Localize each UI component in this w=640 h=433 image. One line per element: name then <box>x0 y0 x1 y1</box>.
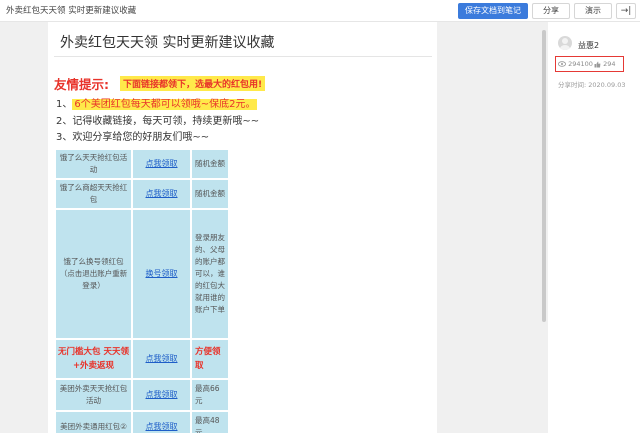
list-item: 2、记得收藏链接，每天可领，持续更新哦~~ <box>56 116 260 127</box>
table-row: 美团外卖天天抢红包活动 点我领取 最高66元 <box>56 380 228 410</box>
stats-box: 294100 294 <box>555 56 624 72</box>
coupon-amount: 最高66元 <box>192 380 228 410</box>
list-item-highlight: 6个美团红包每天都可以领哦~保底2元。 <box>72 99 258 110</box>
coupon-amount: 方便领取 <box>192 340 228 378</box>
coupon-amount: 随机金额 <box>192 150 228 178</box>
coupon-link-cell: 点我领取 <box>133 412 190 433</box>
tip-label: 友情提示: <box>54 77 109 92</box>
coupon-link-cell: 点我领取 <box>133 180 190 208</box>
left-gutter <box>0 22 48 433</box>
coupon-name: 饿了么天天抢红包活动 <box>56 150 131 178</box>
share-time: 分享时间: 2020.09.03 <box>558 81 626 89</box>
claim-link[interactable]: 点我领取 <box>146 188 178 201</box>
avatar[interactable] <box>558 36 572 50</box>
coupon-amount: 登录朋友的、父母的账户都可以，谁的红包大就用谁的账户下单 <box>192 210 228 338</box>
claim-link[interactable]: 点我领取 <box>146 158 178 171</box>
likes-value: 294 <box>603 60 616 68</box>
coupon-name: 无门槛大包 天天领+外卖返现 <box>56 340 131 378</box>
coupon-name: 美团外卖天天抢红包活动 <box>56 380 131 410</box>
views-count: 294100 <box>558 60 593 68</box>
list-item-number: 1、 <box>56 99 73 110</box>
coupon-name: 饿了么商超天天抢红包 <box>56 180 131 208</box>
doc-right-margin <box>437 22 548 433</box>
coupon-name: 饿了么换号领红包（点击退出账户重新登录） <box>56 210 131 338</box>
title-divider <box>54 56 432 57</box>
coupon-amount: 最高48元 <box>192 412 228 433</box>
coupon-link-cell: 点我领取 <box>133 340 190 378</box>
coupon-link-cell: 点我领取 <box>133 380 190 410</box>
document-page: 外卖红包天天领 实时更新建议收藏 友情提示: 下面链接都领下，选最大的红包用! … <box>48 22 437 433</box>
claim-link[interactable]: 点我领取 <box>146 353 178 366</box>
coupon-name: 美团外卖通用红包② <box>56 412 131 433</box>
claim-link[interactable]: 点我领取 <box>146 421 178 433</box>
doc-scrollbar[interactable] <box>542 30 546 322</box>
exit-icon[interactable]: →| <box>616 3 636 19</box>
claim-link[interactable]: 点我领取 <box>146 389 178 402</box>
share-button[interactable]: 分享 <box>532 3 570 19</box>
thumbs-up-icon <box>594 61 601 67</box>
author-name[interactable]: 益惠2 <box>578 40 599 51</box>
present-button[interactable]: 演示 <box>574 3 612 19</box>
top-bar: 外卖红包天天领 实时更新建议收藏 保存文档到笔记 分享 演示 →| <box>0 0 640 22</box>
right-sidebar: 益惠2 294100 294 分享时间: 2020.09.03 <box>548 22 640 433</box>
likes-count: 294 <box>594 60 616 68</box>
document-title: 外卖红包天天领 实时更新建议收藏 <box>60 35 275 51</box>
table-row: 无门槛大包 天天领+外卖返现 点我领取 方便领取 <box>56 340 228 378</box>
coupon-link-cell: 换号领取 <box>133 210 190 338</box>
switch-account-link[interactable]: 换号领取 <box>146 268 178 281</box>
tip-text: 下面链接都领下，选最大的红包用! <box>120 76 266 91</box>
table-row: 美团外卖通用红包② 点我领取 最高48元 <box>56 412 228 433</box>
window-title: 外卖红包天天领 实时更新建议收藏 <box>6 6 137 16</box>
table-row: 饿了么换号领红包（点击退出账户重新登录） 换号领取 登录朋友的、父母的账户都可以… <box>56 210 228 338</box>
save-to-notes-button[interactable]: 保存文档到笔记 <box>458 3 528 19</box>
table-row: 饿了么商超天天抢红包 点我领取 随机金额 <box>56 180 228 208</box>
eye-icon <box>558 61 566 67</box>
list-item: 3、欢迎分享给您的好朋友们哦~~ <box>56 132 210 143</box>
coupon-amount: 随机金额 <box>192 180 228 208</box>
coupon-link-cell: 点我领取 <box>133 150 190 178</box>
list-item: 1、 6个美团红包每天都可以领哦~保底2元。 <box>56 95 258 110</box>
table-row: 饿了么天天抢红包活动 点我领取 随机金额 <box>56 150 228 178</box>
views-value: 294100 <box>568 60 593 68</box>
